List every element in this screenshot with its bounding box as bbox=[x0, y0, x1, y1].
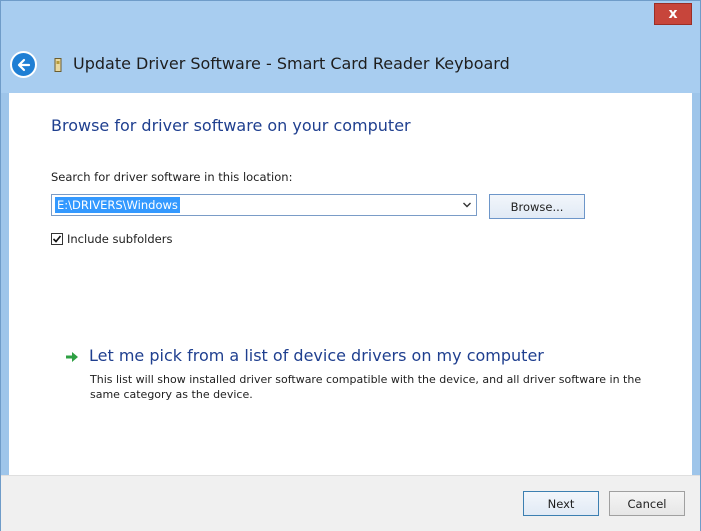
smart-card-device-icon bbox=[54, 58, 62, 72]
page-heading: Browse for driver software on your compu… bbox=[51, 116, 411, 135]
green-arrow-icon bbox=[66, 352, 78, 362]
back-button[interactable] bbox=[10, 51, 37, 78]
content-panel: Browse for driver software on your compu… bbox=[9, 93, 692, 475]
cancel-button[interactable]: Cancel bbox=[609, 491, 685, 516]
update-driver-dialog: x Update Driver Software - Smart Card Re… bbox=[0, 0, 701, 531]
pick-from-list-title[interactable]: Let me pick from a list of device driver… bbox=[89, 346, 544, 365]
next-button[interactable]: Next bbox=[523, 491, 599, 516]
pick-from-list-link[interactable]: Let me pick from a list of device driver… bbox=[65, 346, 544, 365]
browse-button[interactable]: Browse... bbox=[489, 194, 585, 219]
include-subfolders-checkbox[interactable] bbox=[51, 233, 63, 245]
close-button[interactable]: x bbox=[654, 3, 692, 25]
close-icon: x bbox=[668, 6, 678, 22]
back-arrow-icon bbox=[17, 58, 30, 71]
button-bar: Next Cancel bbox=[1, 475, 700, 531]
chevron-down-icon[interactable] bbox=[462, 200, 472, 210]
dialog-header: Update Driver Software - Smart Card Read… bbox=[1, 31, 700, 93]
search-location-value[interactable]: E:\DRIVERS\Windows bbox=[55, 197, 180, 213]
dialog-title: Update Driver Software - Smart Card Read… bbox=[73, 54, 510, 73]
include-subfolders-option[interactable]: Include subfolders bbox=[51, 232, 172, 246]
pick-from-list-description: This list will show installed driver sof… bbox=[90, 373, 642, 401]
checkmark-icon bbox=[52, 235, 62, 243]
title-bar: x bbox=[1, 1, 700, 31]
search-location-label: Search for driver software in this locat… bbox=[51, 170, 293, 184]
search-location-combobox[interactable]: E:\DRIVERS\Windows bbox=[51, 194, 477, 216]
include-subfolders-label[interactable]: Include subfolders bbox=[67, 232, 172, 246]
